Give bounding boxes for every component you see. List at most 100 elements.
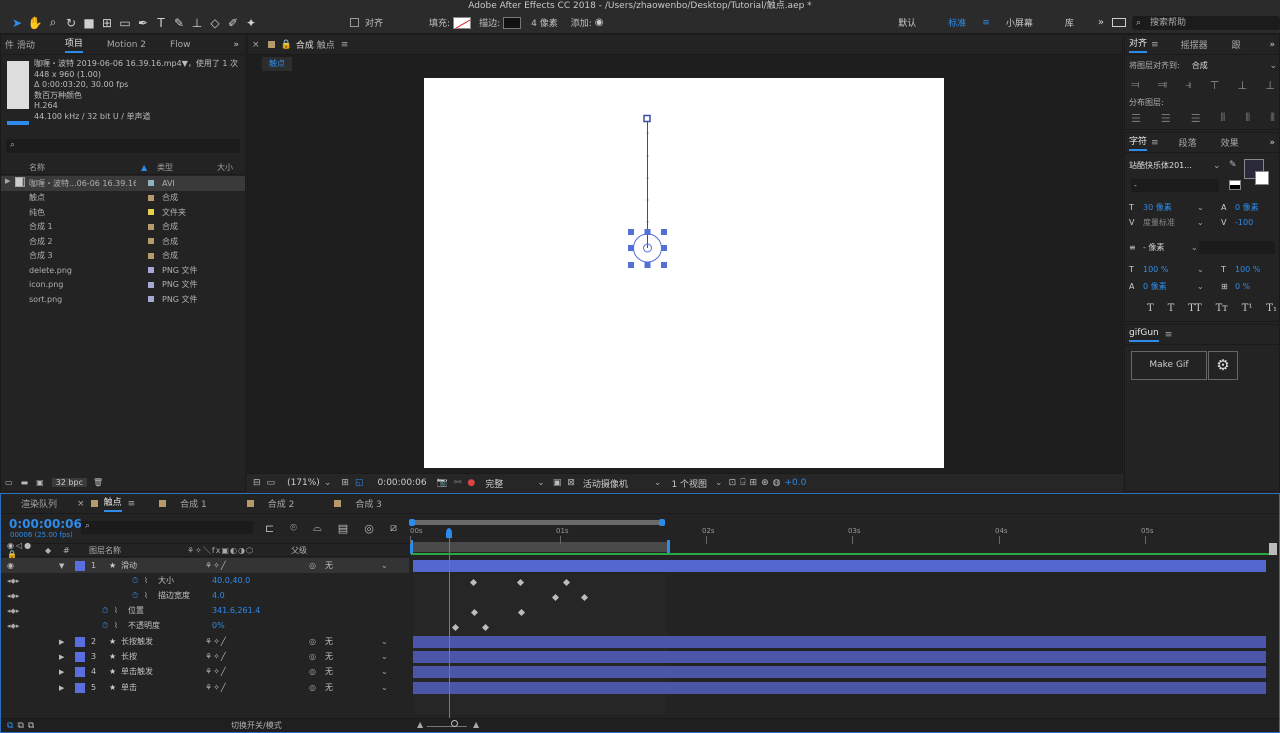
distribute-vcenter-icon[interactable]: ☰ [1161, 112, 1171, 125]
settings-gear-icon[interactable]: ⚙ [1208, 351, 1238, 380]
zoom-dropdown[interactable]: (171%) [287, 478, 320, 488]
transfer-controls-icon[interactable]: ⧉ [17, 721, 23, 731]
comp-flowchart-icon[interactable]: ⊕ [761, 478, 769, 488]
type-tool-icon[interactable]: T [152, 14, 170, 32]
align-hcenter-icon[interactable]: ⫥ [1157, 78, 1167, 92]
playhead-line[interactable] [448, 534, 450, 724]
layer-switches-icons[interactable]: ⚘✧╱ [205, 667, 263, 676]
align-bottom-icon[interactable]: ⊥ [1265, 79, 1275, 92]
stroke-swatch[interactable] [503, 16, 522, 29]
graph-icon[interactable]: ⌇ [114, 621, 128, 630]
font-size-value[interactable]: 30 像素 [1143, 202, 1197, 213]
region-of-interest-icon[interactable]: ▣ [553, 478, 562, 488]
graph-editor-icon[interactable]: ⧄ [390, 521, 397, 535]
col-name[interactable]: 名称 [1, 162, 141, 173]
eye-icon[interactable]: ◉ [7, 561, 21, 570]
new-comp-icon[interactable]: ▣ [36, 478, 44, 487]
tab-render-queue[interactable]: 渲染队列 [21, 497, 57, 510]
camera-dropdown[interactable]: 活动摄像机 [583, 477, 628, 490]
workspace-panel-icon[interactable] [1112, 18, 1126, 27]
property-row[interactable]: ◂◆▸ ⏱ ⌇ 描边宽度 4.0 [1, 588, 409, 603]
show-snapshot-icon[interactable]: ⚯ [454, 478, 462, 488]
layer-label-color[interactable] [75, 636, 85, 647]
collapsed-chevron-icon[interactable]: ▶ [59, 653, 69, 661]
trash-icon[interactable]: 🗑 [93, 478, 103, 487]
panel-menu-icon[interactable]: ≡ [1165, 330, 1173, 340]
zoom-in-icon[interactable]: ▲ [473, 720, 479, 729]
baseline-shift-value[interactable]: 0 像素 [1143, 281, 1197, 292]
parent-dropdown[interactable]: 无 [325, 560, 381, 571]
project-item[interactable]: ▶ 纯色 文件夹 [1, 177, 245, 220]
more-workspaces-icon[interactable]: » [1098, 17, 1104, 28]
parent-dropdown[interactable]: 无 [325, 651, 381, 662]
tab-gifgun[interactable]: gifGun [1129, 328, 1159, 342]
tracking-value[interactable]: -100 [1235, 218, 1253, 227]
zoom-slider[interactable]: ▲ ▲ [417, 720, 481, 730]
panel-menu-icon[interactable]: ≡ [1151, 138, 1159, 148]
collapsed-chevron-icon[interactable]: ▶ [59, 638, 69, 646]
project-item[interactable]: 合成 3 合成 [1, 177, 245, 264]
viewer-tab-label[interactable]: 合成 [296, 38, 314, 51]
zoom-out-icon[interactable]: ▲ [417, 720, 423, 729]
layer-duration-bar[interactable] [413, 559, 1266, 572]
tab-flow[interactable]: Flow [170, 40, 191, 50]
snap-checkbox[interactable] [350, 18, 359, 27]
navigator-start-handle[interactable] [409, 519, 415, 526]
viewer-comp-name[interactable]: 触点 [317, 38, 335, 51]
tab-comp1[interactable]: 合成 1 [180, 497, 207, 510]
make-gif-button[interactable]: Make Gif [1131, 351, 1207, 380]
label-color-swatch[interactable] [148, 296, 154, 303]
workspace-menu-icon[interactable]: ≡ [982, 18, 990, 28]
workspace-default[interactable]: 默认 [898, 16, 916, 29]
layer-label-color[interactable] [75, 651, 85, 662]
stroke-width-value[interactable]: 4 像素 [531, 16, 558, 29]
layer-duration-bar[interactable] [413, 665, 1266, 678]
timeline-end-marker[interactable] [1269, 543, 1277, 555]
small-caps-button[interactable]: Tт [1216, 303, 1228, 314]
brush-tool-icon[interactable]: ✎ [170, 14, 188, 32]
parent-dropdown[interactable]: 无 [325, 636, 381, 647]
layer-label-color[interactable] [75, 666, 85, 677]
draft-3d-icon[interactable]: ⌾ [290, 521, 297, 535]
pick-whip-icon[interactable]: ◎ [309, 683, 325, 692]
work-area-end-handle[interactable] [667, 540, 670, 554]
align-vcenter-icon[interactable]: ⊥ [1238, 79, 1248, 92]
project-item[interactable]: 触点 合成 [1, 177, 245, 206]
layer-row[interactable]: ▶ 2 ★ 长按触发 ⚘✧╱ ◎ 无 ⌄ [1, 634, 409, 649]
pen-tool-icon[interactable]: ✒ [134, 14, 152, 32]
selection-tool-icon[interactable]: ➤ [8, 14, 26, 32]
property-row[interactable]: ◂◆▸ ⏱ ⌇ 大小 40.0,40.0 [1, 573, 409, 588]
close-tab-icon[interactable]: × [252, 40, 260, 50]
timeline-icon[interactable]: ⊞ [750, 478, 758, 488]
distribute-left-icon[interactable]: ⦀ [1221, 111, 1226, 125]
layer-switches-icons[interactable]: ⚘✧╱ [205, 561, 263, 570]
align-right-icon[interactable]: ⫣ [1185, 78, 1192, 92]
rectangle-tool-icon[interactable]: ▭ [116, 14, 134, 32]
stopwatch-icon[interactable]: ⏱ [102, 606, 114, 616]
subscript-button[interactable]: T₁ [1266, 303, 1277, 314]
stopwatch-icon[interactable]: ⏱ [102, 621, 114, 631]
layer-switches-icons[interactable]: ⚘✧╱ [205, 683, 263, 692]
layer-row[interactable]: ▶ 3 ★ 长按 ⚘✧╱ ◎ 无 ⌄ [1, 649, 409, 664]
stroke-order-dropdown[interactable] [1199, 241, 1275, 254]
snapshot-icon[interactable]: 📷 [437, 478, 448, 488]
align-top-icon[interactable]: ⊤ [1210, 79, 1220, 92]
graph-icon[interactable]: ⌇ [144, 576, 158, 585]
horizontal-scale-value[interactable]: 100 % [1235, 265, 1260, 274]
interpret-footage-icon[interactable]: ▭ [5, 478, 13, 487]
align-to-dropdown[interactable]: 合成 [1192, 60, 1208, 71]
layer-row[interactable]: ▶ 5 ★ 单击 ⚘✧╱ ◎ 无 ⌄ [1, 680, 409, 695]
distribute-right-icon[interactable]: ⦀ [1270, 111, 1275, 125]
graph-icon[interactable]: ⌇ [144, 591, 158, 600]
tab-effect-controls[interactable]: 件 滑动 [5, 38, 35, 51]
font-family-dropdown[interactable]: 站酷快乐体201... [1129, 160, 1213, 171]
project-item[interactable]: delete.png PNG 文件 [1, 177, 245, 278]
layer-switches-icons[interactable]: ⚘✧╱ [205, 652, 263, 661]
close-tab-icon[interactable]: × [77, 499, 85, 509]
layer-name[interactable]: 滑动 [121, 560, 205, 571]
current-time[interactable]: 0:00:00:06 [377, 478, 426, 488]
panel-menu-icon[interactable]: ≡ [128, 499, 136, 509]
toggle-switches-modes-button[interactable]: 切换开关/模式 [231, 720, 282, 731]
layer-duration-bar[interactable] [413, 650, 1266, 663]
hand-tool-icon[interactable]: ✋ [26, 14, 44, 32]
